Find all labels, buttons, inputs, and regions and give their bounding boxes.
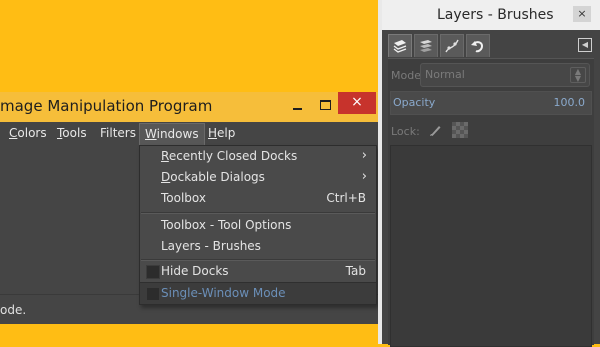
shortcut-label: Ctrl+B <box>326 191 366 205</box>
menu-item-label: Layers - Brushes <box>161 239 261 253</box>
windows-menu-dropdown: Recently Closed Docks › Dockable Dialogs… <box>139 145 377 305</box>
desktop-background <box>0 324 378 344</box>
label-rest: ecently Closed Docks <box>168 149 298 163</box>
configure-tab-icon: ◀ <box>581 40 589 49</box>
tab-channels[interactable] <box>414 34 438 57</box>
channels-icon <box>420 40 432 52</box>
layers-list[interactable] <box>390 145 592 347</box>
dock-title-bar[interactable]: Layers - Brushes × <box>382 0 600 30</box>
maximize-button[interactable] <box>314 94 336 116</box>
dock-title: Layers - Brushes <box>437 7 554 23</box>
single-window-checkbox[interactable] <box>146 287 160 301</box>
opacity-label: Opacity <box>393 96 436 109</box>
lock-pixels-icon[interactable] <box>428 123 442 137</box>
menu-help[interactable]: Help <box>208 126 235 140</box>
menu-separator <box>141 212 375 214</box>
dock-menu-button[interactable]: ◀ <box>578 38 592 52</box>
window-title: mage Manipulation Program <box>0 97 213 115</box>
menu-help-label: elp <box>217 126 236 140</box>
menu-colors[interactable]: Colors <box>9 126 47 140</box>
menu-item-recently-closed-docks[interactable]: Recently Closed Docks › <box>140 146 376 167</box>
menu-filters-label: Filters <box>100 126 136 140</box>
layers-panel: Mode Normal ▲ ▼ Opacity 100.0 Lock: <box>388 58 594 347</box>
menu-tools-label: ools <box>62 126 87 140</box>
opacity-value: 100.0 <box>553 96 586 109</box>
menu-tools[interactable]: Tools <box>57 126 87 140</box>
tab-undo-history[interactable] <box>466 34 490 57</box>
menu-item-hide-docks[interactable]: Hide Docks Tab <box>140 261 376 282</box>
menu-item-label: Recently Closed Docks <box>161 149 298 163</box>
layers-brushes-dock: Layers - Brushes × ◀ Mode Normal ▲ ▼ Opa… <box>382 0 600 347</box>
dock-close-button[interactable]: × <box>573 6 591 22</box>
title-bar[interactable]: mage Manipulation Program × <box>0 92 378 122</box>
tab-paths[interactable] <box>440 34 464 57</box>
mode-value: Normal <box>425 68 465 81</box>
status-text: ode. <box>0 303 27 317</box>
minimize-icon <box>292 108 302 110</box>
maximize-icon <box>319 100 331 110</box>
lock-alpha-icon[interactable] <box>452 122 468 138</box>
mode-label: Mode <box>391 69 421 82</box>
menu-windows[interactable]: Windows <box>139 123 205 145</box>
mode-select[interactable]: Normal ▲ ▼ <box>420 63 590 87</box>
menu-item-label: Toolbox <box>161 191 206 205</box>
menu-item-label: Single-Window Mode <box>161 286 286 300</box>
dock-tab-bar: ◀ <box>388 32 596 58</box>
menu-windows-label: indows <box>156 127 199 141</box>
menu-item-single-window-mode[interactable]: Single-Window Mode <box>140 282 376 304</box>
layers-icon <box>393 40 407 53</box>
menu-item-label: Hide Docks <box>161 264 229 278</box>
close-icon: × <box>577 7 587 20</box>
menu-item-toolbox[interactable]: Toolbox Ctrl+B <box>140 188 376 209</box>
close-icon: × <box>351 94 363 110</box>
menu-item-toolbox-tool-options[interactable]: Toolbox - Tool Options <box>140 215 376 236</box>
label-rest: ockable Dialogs <box>170 170 265 184</box>
shortcut-label: Tab <box>345 264 366 278</box>
undo-history-icon <box>471 41 484 53</box>
menu-item-label: Dockable Dialogs <box>161 170 265 184</box>
menu-item-dockable-dialogs[interactable]: Dockable Dialogs › <box>140 167 376 188</box>
paths-icon <box>445 39 459 53</box>
close-button[interactable]: × <box>338 92 376 114</box>
chevron-right-icon: › <box>361 169 367 184</box>
menu-item-layers-brushes[interactable]: Layers - Brushes <box>140 236 376 257</box>
menu-bar: Colors Tools Filters Windows Help <box>0 122 378 146</box>
lock-label: Lock: <box>391 125 420 138</box>
menu-item-label: Toolbox - Tool Options <box>161 218 292 232</box>
chevron-right-icon: › <box>361 148 367 163</box>
opacity-slider[interactable]: Opacity 100.0 <box>390 91 592 115</box>
hide-docks-checkbox[interactable] <box>146 265 160 279</box>
menu-colors-label: olors <box>17 126 47 140</box>
tab-layers[interactable] <box>388 34 412 57</box>
menu-filters[interactable]: Filters <box>100 126 136 140</box>
updown-arrows-icon: ▲ ▼ <box>570 67 586 83</box>
minimize-button[interactable] <box>286 94 308 116</box>
